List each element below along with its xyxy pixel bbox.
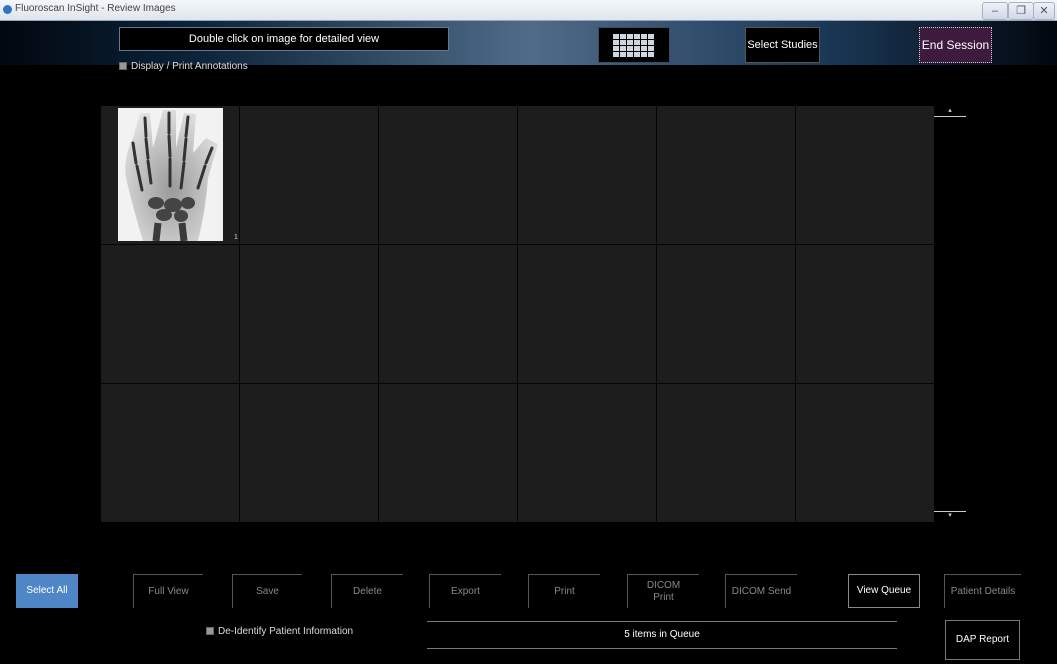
thumbnail-index: 1 (234, 234, 238, 241)
title-bar: Fluoroscan InSight - Review Images – ❐ ✕ (0, 0, 1057, 21)
thumbnail-cell[interactable] (657, 106, 795, 244)
grid-layout-icon (613, 34, 654, 57)
thumbnail-cell[interactable] (379, 106, 517, 244)
thumbnail-cell[interactable] (379, 245, 517, 383)
dicom-send-button[interactable]: DICOM Send (725, 574, 797, 608)
thumbnail-cell[interactable] (796, 384, 934, 522)
thumbnail-cell[interactable] (240, 245, 378, 383)
annotations-option[interactable]: Display / Print Annotations (119, 61, 248, 72)
minimize-icon[interactable]: – (982, 2, 1008, 20)
thumbnail-cell[interactable] (518, 106, 656, 244)
app-icon (3, 5, 12, 14)
dap-report-button[interactable]: DAP Report (945, 620, 1020, 660)
select-studies-button[interactable]: Select Studies (745, 27, 820, 63)
thumbnail-cell[interactable] (796, 106, 934, 244)
instruction-banner: Double click on image for detailed view (119, 27, 449, 51)
close-icon[interactable]: ✕ (1033, 2, 1055, 20)
thumbnail-cell[interactable] (240, 384, 378, 522)
print-button[interactable]: Print (528, 574, 600, 608)
thumbnail-cell[interactable] (657, 384, 795, 522)
patient-details-button[interactable]: Patient Details (944, 574, 1021, 608)
full-view-button[interactable]: Full View (133, 574, 203, 608)
annotations-label: Display / Print Annotations (131, 61, 248, 72)
thumbnail-cell[interactable] (796, 245, 934, 383)
layout-grid-button[interactable] (598, 27, 670, 63)
thumbnail-cell[interactable]: 1 (101, 106, 239, 244)
xray-thumbnail[interactable] (118, 108, 223, 241)
thumbnail-cell[interactable] (101, 384, 239, 522)
thumbnail-grid: 1 (101, 106, 934, 522)
delete-button[interactable]: Delete (331, 574, 403, 608)
select-all-button[interactable]: Select All (16, 574, 78, 608)
scrollbar-track[interactable] (934, 106, 967, 522)
thumbnail-cell[interactable] (657, 245, 795, 383)
save-button[interactable]: Save (232, 574, 302, 608)
deidentify-checkbox[interactable] (206, 627, 214, 636)
view-queue-button[interactable]: View Queue (848, 574, 920, 608)
queue-status: 5 items in Queue (427, 621, 897, 649)
hand-xray-image (118, 108, 223, 241)
window-title: Fluoroscan InSight - Review Images (15, 3, 176, 14)
export-button[interactable]: Export (429, 574, 501, 608)
deidentify-label: De-Identify Patient Information (218, 626, 354, 637)
thumbnail-cell[interactable] (518, 384, 656, 522)
restore-icon[interactable]: ❐ (1008, 2, 1034, 20)
deidentify-option[interactable]: De-Identify Patient Information (206, 626, 353, 637)
thumbnail-cell[interactable] (518, 245, 656, 383)
scroll-down-arrow-icon[interactable]: ▾ (934, 511, 966, 520)
end-session-button[interactable]: End Session (919, 27, 992, 63)
dicom-print-button[interactable]: DICOM Print (627, 574, 699, 608)
annotations-checkbox[interactable] (119, 62, 127, 71)
scroll-up-arrow-icon[interactable]: ▴ (934, 107, 966, 117)
thumbnail-cell[interactable] (379, 384, 517, 522)
thumbnail-cell[interactable] (101, 245, 239, 383)
thumbnail-cell[interactable] (240, 106, 378, 244)
